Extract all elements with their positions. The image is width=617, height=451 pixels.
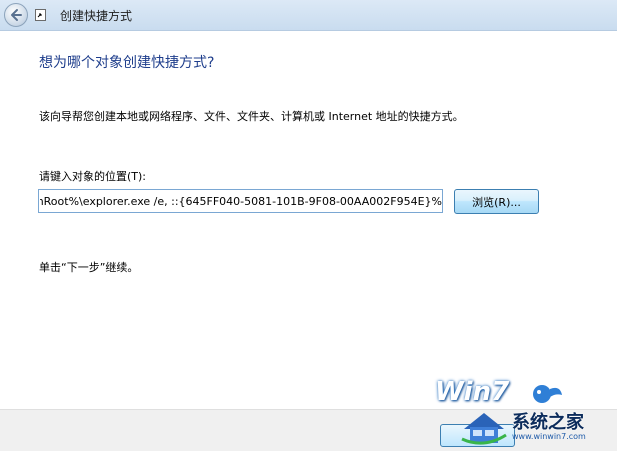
back-button[interactable] — [4, 3, 28, 27]
watermark-site-name: 系统之家 — [512, 412, 584, 433]
page-heading: 想为哪个对象创建快捷方式? — [39, 55, 215, 71]
bird-logo-icon — [533, 385, 562, 403]
watermark: Win7 系统之家 www.winwin7.com — [430, 375, 617, 450]
back-arrow-icon — [11, 9, 22, 21]
house-logo-icon — [461, 413, 507, 445]
browse-button[interactable]: 浏览(R)... — [454, 189, 539, 214]
window-title: 创建快捷方式 — [60, 9, 133, 23]
continue-instruction: 单击“下一步”继续。 — [39, 261, 139, 274]
title-bar: 创建快捷方式 — [0, 0, 617, 31]
shortcut-wizard-icon — [35, 9, 46, 21]
watermark-brand: Win7 — [435, 377, 510, 407]
wizard-description: 该向导帮您创建本地或网络程序、文件、文件夹、计算机或 Internet 地址的快… — [39, 110, 464, 123]
location-input[interactable] — [38, 189, 443, 213]
location-label: 请键入对象的位置(T): — [39, 170, 147, 183]
watermark-url: www.winwin7.com — [512, 432, 586, 441]
